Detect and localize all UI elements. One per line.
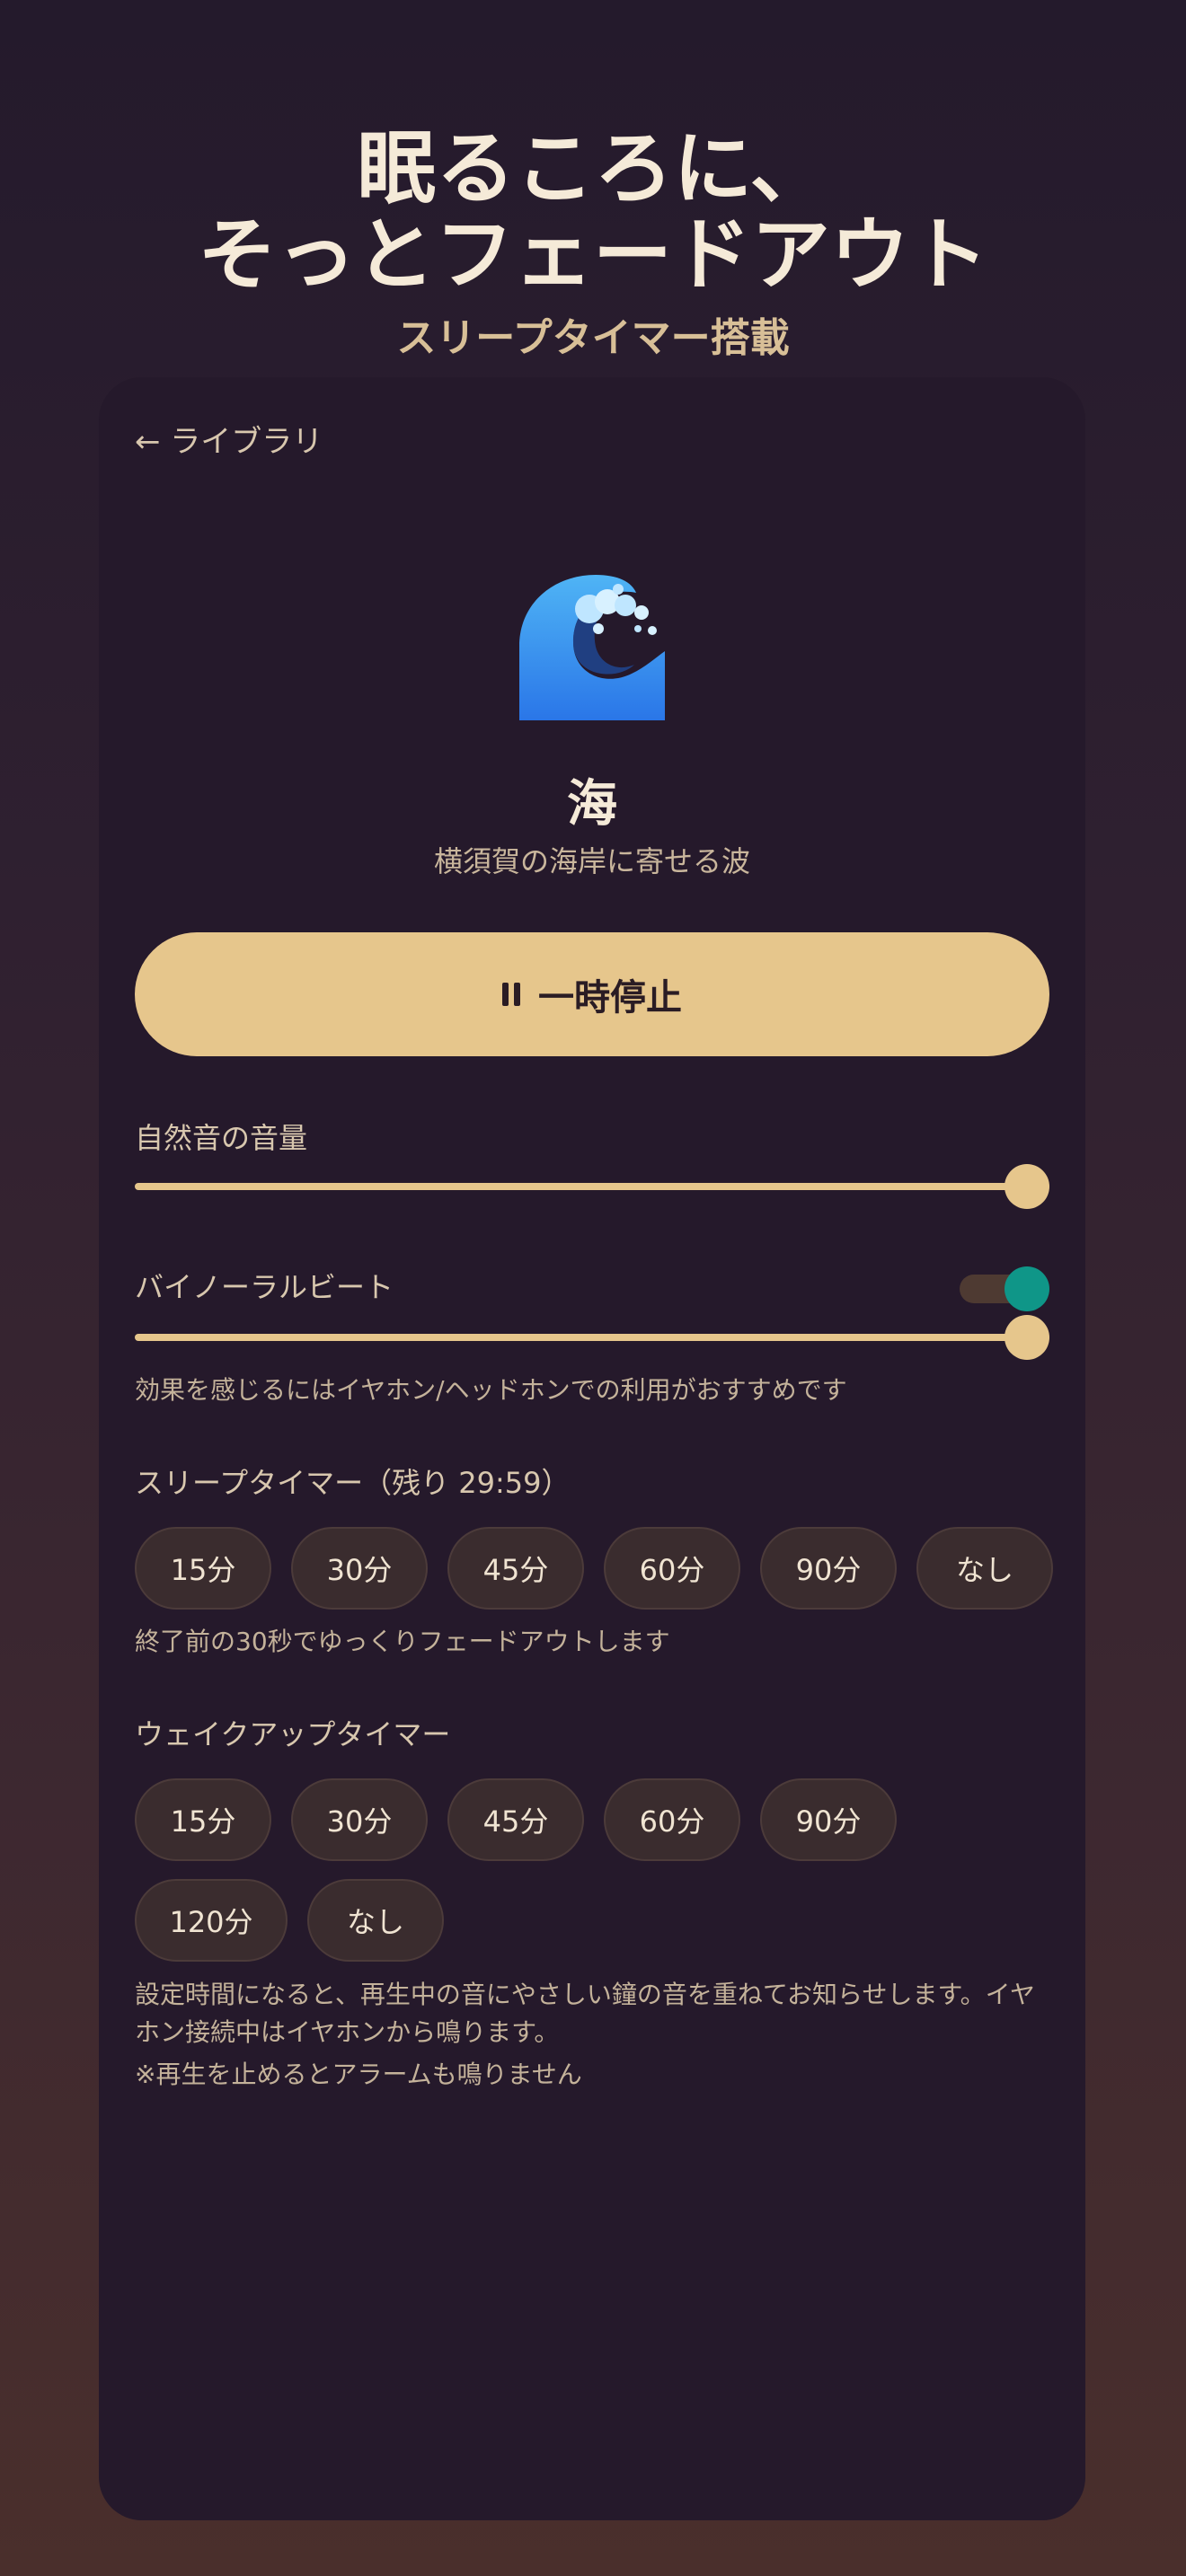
wakeup-timer-label: ウェイクアップタイマー xyxy=(135,1717,451,1751)
binaural-note: 効果を感じるにはイヤホン/ヘッドホンでの利用がおすすめです xyxy=(135,1375,847,1405)
hero-header: 眠るころに、 そっとフェードアウト スリープタイマー搭載 xyxy=(0,126,1186,363)
binaural-slider[interactable] xyxy=(135,1315,1049,1360)
wakeup-timer-option[interactable]: 120分 xyxy=(135,1879,288,1962)
sleep-timer-label: スリープタイマー（残り 29:59） xyxy=(135,1466,571,1500)
volume-slider[interactable] xyxy=(135,1164,1049,1209)
water-wave-icon xyxy=(519,575,665,720)
pause-icon xyxy=(502,983,520,1006)
binaural-slider-track xyxy=(135,1334,1049,1341)
sound-name: 海 xyxy=(567,775,617,834)
binaural-slider-thumb[interactable] xyxy=(1005,1315,1049,1360)
back-to-library-link[interactable]: ← ライブラリ xyxy=(135,417,323,461)
wakeup-timer-option[interactable]: 90分 xyxy=(760,1778,897,1861)
wakeup-timer-option[interactable]: 60分 xyxy=(604,1778,740,1861)
volume-slider-thumb[interactable] xyxy=(1005,1164,1049,1209)
sleep-timer-option[interactable]: なし xyxy=(916,1527,1053,1610)
sleep-timer-option[interactable]: 15分 xyxy=(135,1527,271,1610)
sleep-timer-note: 終了前の30秒でゆっくりフェードアウトします xyxy=(135,1627,670,1656)
sleep-timer-option[interactable]: 30分 xyxy=(291,1527,428,1610)
hero-title-line2: そっとフェードアウト xyxy=(197,208,988,301)
sleep-timer-option[interactable]: 45分 xyxy=(447,1527,584,1610)
wakeup-timer-options-row1: 15分 30分 45分 60分 90分 xyxy=(135,1778,897,1861)
binaural-label: バイノーラルビート xyxy=(135,1270,394,1304)
wakeup-timer-option[interactable]: 30分 xyxy=(291,1778,428,1861)
wakeup-timer-option[interactable]: 15分 xyxy=(135,1778,271,1861)
binaural-toggle[interactable] xyxy=(960,1266,1049,1311)
volume-label: 自然音の音量 xyxy=(135,1121,308,1155)
sleep-timer-option[interactable]: 90分 xyxy=(760,1527,897,1610)
sleep-timer-option[interactable]: 60分 xyxy=(604,1527,740,1610)
wakeup-timer-option[interactable]: 45分 xyxy=(447,1778,584,1861)
hero-subtitle: スリープタイマー搭載 xyxy=(396,315,790,361)
wakeup-timer-alarm-note: ※再生を止めるとアラームも鳴りません xyxy=(135,2060,582,2089)
player-card: ← ライブラリ 海 横須賀の海岸に寄せる波 一時停止 自然音の音量 バイノーラル… xyxy=(99,377,1085,2520)
hero-title: 眠るころに、 そっとフェードアウト xyxy=(0,126,1186,298)
sleep-timer-options: 15分 30分 45分 60分 90分 なし xyxy=(135,1527,1053,1610)
hero-title-line1: 眠るころに、 xyxy=(357,122,829,215)
wakeup-timer-option[interactable]: なし xyxy=(307,1879,444,1962)
pause-button[interactable]: 一時停止 xyxy=(135,932,1049,1056)
binaural-toggle-knob xyxy=(1005,1266,1049,1311)
sound-description: 横須賀の海岸に寄せる波 xyxy=(433,844,750,878)
wakeup-timer-options-row2: 120分 なし xyxy=(135,1879,444,1962)
volume-slider-track xyxy=(135,1183,1049,1190)
wakeup-timer-note: 設定時間になると、再生中の音にやさしい鐘の音を重ねてお知らせします。イヤホン接続… xyxy=(135,1980,1035,2047)
pause-label: 一時停止 xyxy=(538,978,682,1018)
